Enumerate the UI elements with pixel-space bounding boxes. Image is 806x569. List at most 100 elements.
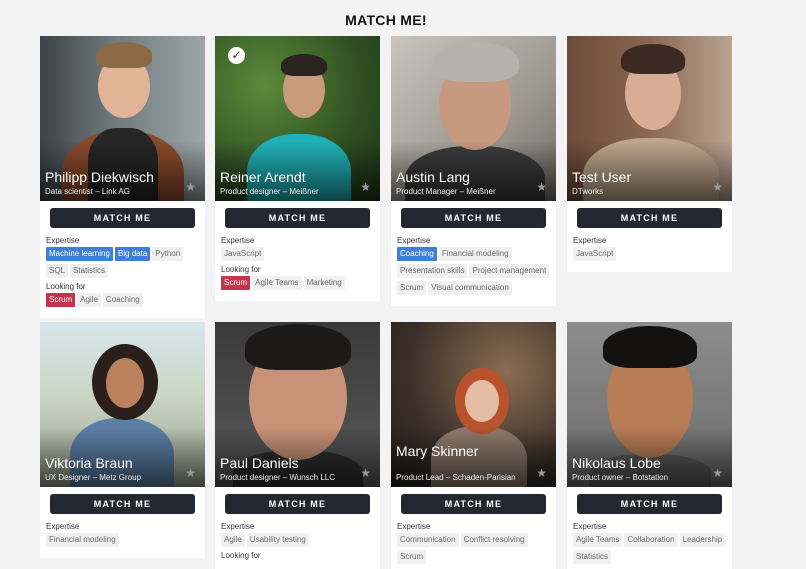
expertise-tag: Presentation skills — [397, 264, 468, 278]
profile-name: Nikolaus Lobe — [572, 455, 661, 471]
expertise-tag: Financial modeling — [438, 247, 512, 261]
expertise-label: Expertise — [46, 522, 80, 531]
profile-name: Philipp Diekwisch — [45, 169, 154, 185]
expertise-tag: Visual communication — [428, 281, 512, 295]
looking-for-tag: Scrum — [221, 276, 251, 290]
check-icon: ✓ — [228, 47, 245, 64]
profile-name: Viktoria Braun — [45, 455, 133, 471]
star-icon[interactable]: ★ — [536, 467, 547, 479]
profile-name: Reiner Arendt — [220, 169, 306, 185]
expertise-label: Expertise — [221, 522, 255, 531]
profile-subtitle: Product owner – Botstation — [572, 473, 669, 482]
match-me-button[interactable]: MATCH ME — [577, 208, 722, 228]
expertise-tag: SQL — [46, 264, 69, 278]
star-icon[interactable]: ★ — [185, 181, 196, 193]
profile-photo: Philipp Diekwisch Data scientist – Link … — [40, 36, 205, 201]
profile-name: Test User — [572, 169, 632, 185]
expertise-label: Expertise — [397, 236, 431, 245]
expertise-tag: Collaboration — [624, 533, 678, 547]
match-me-button[interactable]: MATCH ME — [401, 208, 546, 228]
page-title: MATCH ME! — [345, 12, 427, 28]
match-me-button[interactable]: MATCH ME — [50, 208, 195, 228]
expertise-tags: JavaScript — [221, 247, 374, 261]
expertise-tag: JavaScript — [573, 247, 617, 261]
expertise-label: Expertise — [46, 236, 80, 245]
profile-photo: Viktoria Braun UX Designer – Metz Group … — [40, 322, 205, 487]
expertise-tag: Leadership — [679, 533, 726, 547]
profile-subtitle: Product designer – Meißner — [220, 187, 319, 196]
profile-card: Paul Daniels Product designer – Wunsch L… — [215, 322, 380, 569]
profile-subtitle: Product Lead – Schaden-Parisian — [396, 473, 516, 482]
expertise-tag: Communication — [397, 533, 459, 547]
profile-name: Mary Skinner — [396, 443, 479, 459]
expertise-tag: Conflict resolving — [460, 533, 528, 547]
match-me-button[interactable]: MATCH ME — [225, 208, 370, 228]
expertise-tag: Agile Teams — [573, 533, 623, 547]
profile-card: Test User DTworks ★ MATCH ME Expertise J… — [567, 36, 732, 272]
expertise-tags: Agile Usability testing — [221, 533, 374, 547]
profile-card: Nikolaus Lobe Product owner – Botstation… — [567, 322, 732, 569]
expertise-tags: Agile Teams Collaboration Leadership Sta… — [573, 533, 726, 564]
expertise-tag: Scrum — [397, 550, 427, 564]
expertise-label: Expertise — [397, 522, 431, 531]
expertise-tag: Python — [152, 247, 184, 261]
expertise-tag: JavaScript — [221, 247, 265, 261]
looking-for-tag: Coaching — [102, 293, 143, 307]
profile-card: Philipp Diekwisch Data scientist – Link … — [40, 36, 205, 318]
looking-for-tag: Agile — [77, 293, 101, 307]
expertise-tag: Agile — [221, 533, 245, 547]
star-icon[interactable]: ★ — [712, 467, 723, 479]
expertise-tag: Project management — [469, 264, 550, 278]
looking-for-label: Looking for — [46, 282, 86, 291]
star-icon[interactable]: ★ — [712, 181, 723, 193]
profile-photo: Test User DTworks ★ — [567, 36, 732, 201]
profile-name: Austin Lang — [396, 169, 470, 185]
looking-for-tags: Scrum Agile Coaching — [46, 293, 199, 307]
expertise-tags: Machine learning Big data Python SQL Sta… — [46, 247, 199, 278]
profile-subtitle: Data scientist – Link AG — [45, 187, 130, 196]
looking-for-label: Looking for — [221, 265, 261, 274]
profile-card: Austin Lang Product Manager – Meißner ★ … — [391, 36, 556, 306]
expertise-tag: Statistics — [573, 550, 612, 564]
profile-subtitle: DTworks — [572, 187, 604, 196]
match-me-button[interactable]: MATCH ME — [50, 494, 195, 514]
looking-for-tag: Scrum — [46, 293, 76, 307]
star-icon[interactable]: ★ — [360, 181, 371, 193]
star-icon[interactable]: ★ — [360, 467, 371, 479]
expertise-label: Expertise — [573, 522, 607, 531]
looking-for-tag: Marketing — [303, 276, 345, 290]
expertise-tag: Usability testing — [246, 533, 309, 547]
expertise-tags: Coaching Financial modeling Presentation… — [397, 247, 550, 295]
expertise-label: Expertise — [573, 236, 607, 245]
expertise-label: Expertise — [221, 236, 255, 245]
profile-card: Mary Skinner Product Lead – Schaden-Pari… — [391, 322, 556, 569]
expertise-tag: Statistics — [70, 264, 109, 278]
expertise-tag: Machine learning — [46, 247, 113, 261]
match-me-button[interactable]: MATCH ME — [577, 494, 722, 514]
looking-for-label: Looking for — [221, 551, 261, 560]
expertise-tags: JavaScript — [573, 247, 726, 261]
profile-photo: Nikolaus Lobe Product owner – Botstation… — [567, 322, 732, 487]
profile-card: Viktoria Braun UX Designer – Metz Group … — [40, 322, 205, 558]
star-icon[interactable]: ★ — [185, 467, 196, 479]
profile-photo: Austin Lang Product Manager – Meißner ★ — [391, 36, 556, 201]
star-icon[interactable]: ★ — [536, 181, 547, 193]
profile-subtitle: Product Manager – Meißner — [396, 187, 496, 196]
expertise-tags: Financial modeling — [46, 533, 199, 547]
match-me-button[interactable]: MATCH ME — [225, 494, 370, 514]
profile-card: ✓ Reiner Arendt Product designer – Meißn… — [215, 36, 380, 301]
match-me-button[interactable]: MATCH ME — [401, 494, 546, 514]
profile-photo: ✓ Reiner Arendt Product designer – Meißn… — [215, 36, 380, 201]
profile-photo: Mary Skinner Product Lead – Schaden-Pari… — [391, 322, 556, 487]
profile-photo: Paul Daniels Product designer – Wunsch L… — [215, 322, 380, 487]
expertise-tag: Big data — [114, 247, 151, 261]
expertise-tag: Coaching — [397, 247, 437, 261]
profile-name: Paul Daniels — [220, 455, 299, 471]
profile-subtitle: UX Designer – Metz Group — [45, 473, 142, 482]
profile-subtitle: Product designer – Wunsch LLC — [220, 473, 336, 482]
looking-for-tags: Scrum Agile Teams Marketing — [221, 276, 374, 290]
expertise-tags: Communication Conflict resolving Scrum — [397, 533, 550, 564]
expertise-tag: Financial modeling — [46, 533, 119, 547]
expertise-tag: Scrum — [397, 281, 427, 295]
looking-for-tag: Agile Teams — [252, 276, 302, 290]
